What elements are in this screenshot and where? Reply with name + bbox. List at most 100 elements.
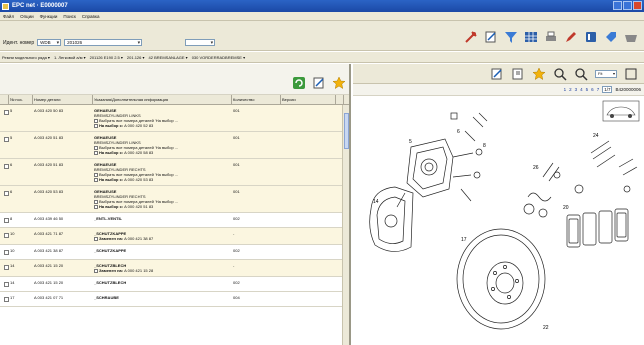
part-name: _SCHUTZKAPPE [94, 248, 127, 253]
maximize-button[interactable] [623, 1, 632, 10]
page-link[interactable]: 2 [569, 87, 572, 92]
page-link[interactable]: 5 [586, 87, 589, 92]
alternative-checkbox[interactable] [94, 204, 98, 209]
breadcrumb-item[interactable]: Ремни модельного ряда ▾ [2, 55, 50, 60]
menu-search[interactable]: Поиск [63, 14, 75, 19]
code-select[interactable]: 201026 [64, 39, 143, 46]
extra-select[interactable] [185, 39, 216, 46]
basket-icon[interactable] [624, 30, 638, 44]
alternative-checkbox[interactable] [94, 268, 98, 273]
col-part-number[interactable]: Номер детали [33, 95, 93, 104]
part-number-cell[interactable]: A 003 421 38 87 [33, 245, 93, 259]
part-number-cell[interactable]: A 003 421 07 71 [33, 292, 93, 306]
info-cell: GEHAEUSE BREMSZYLINDER LINKS Выбрать все н… [93, 132, 232, 158]
drawing-code: B420000006 [615, 87, 641, 92]
zoom-in-icon[interactable] [553, 67, 567, 81]
select-all-checkbox[interactable] [94, 145, 98, 150]
part-number-cell[interactable]: A 003 420 50 83 [33, 105, 93, 131]
parts-drawing[interactable]: 5 6 8 14 17 20 22 24 26 [353, 97, 644, 345]
table-row[interactable]: 6 A 003 420 53 83 GEHAEUSE BREMSZYLINDER RE… [0, 186, 349, 213]
select-all-checkbox[interactable] [94, 118, 98, 123]
pins-springs-drawing [523, 140, 638, 218]
menu-options[interactable]: Опции [20, 14, 34, 19]
select-all-checkbox[interactable] [94, 199, 98, 204]
zoom-select[interactable]: Fit [595, 69, 617, 78]
car-thumbnail-icon [602, 100, 640, 122]
star-icon[interactable] [532, 66, 546, 81]
vertical-scrollbar[interactable] [342, 105, 349, 345]
bolts-drawing [450, 112, 488, 142]
part-name: _ENTL.VENTIL [94, 216, 123, 221]
alternative-option[interactable]: Заменен на: A 000 421 38 87 [94, 236, 231, 241]
menu-help[interactable]: Справка [82, 14, 100, 19]
close-button[interactable] [633, 1, 642, 10]
part-number-cell[interactable]: A 003 420 53 83 [33, 186, 93, 212]
col-versions[interactable]: Версии [281, 95, 336, 104]
book-icon[interactable] [584, 30, 598, 44]
star-icon[interactable] [332, 76, 346, 90]
tools-icon[interactable] [464, 30, 478, 44]
alternative-checkbox[interactable] [94, 236, 98, 241]
alternative-option[interactable]: На выбор с: A 000 420 51 83 [94, 204, 231, 209]
zoom-out-icon[interactable] [574, 67, 588, 81]
alternative-checkbox[interactable] [94, 123, 98, 128]
table-row[interactable]: 5 A 003 420 50 83 GEHAEUSE BREMSZYLINDER LI… [0, 105, 349, 132]
breadcrumb-item[interactable]: 42 BREMSANLAGE ▾ [149, 55, 188, 60]
document-edit-icon[interactable] [511, 67, 525, 81]
print-icon[interactable] [544, 30, 558, 44]
col-position[interactable]: № поз. [9, 95, 33, 104]
page-link[interactable]: 4 [580, 87, 583, 92]
col-quantity[interactable]: Количество [232, 95, 281, 104]
menu-file[interactable]: Файл [3, 14, 14, 19]
alternative-checkbox[interactable] [94, 177, 98, 182]
part-number-cell[interactable]: A 003 421 15 20 [33, 260, 93, 276]
alternative-option[interactable]: На выбор с: A 000 420 52 83 [94, 123, 231, 128]
refresh-icon[interactable] [292, 76, 306, 90]
table-row[interactable]: 6 A 003 420 51 83 GEHAEUSE BREMSZYLINDER RE… [0, 159, 349, 186]
table-row[interactable]: 10 A 003 421 38 87 _SCHUTZKAPPE 002 [0, 245, 349, 260]
select-all-checkbox[interactable] [94, 172, 98, 177]
model-select[interactable]: WDB [37, 39, 62, 46]
col-check[interactable] [0, 95, 9, 104]
note-icon[interactable] [490, 67, 504, 81]
grid-icon[interactable] [524, 30, 538, 44]
breadcrumb-item[interactable]: 030 VORDERRADBREMSE ▾ [192, 55, 245, 60]
part-number-cell[interactable]: A 003 439 46 50 [33, 213, 93, 227]
table-row[interactable]: 14 A 003 421 15 20 _SCHUTZBLECH 002 [0, 277, 349, 292]
scrollbar-thumb[interactable] [344, 113, 349, 149]
table-row[interactable]: 17 A 003 421 07 71 _SCHRAUBE 004 [0, 292, 349, 307]
menu-functions[interactable]: Функции [40, 14, 58, 19]
breadcrumb-item[interactable]: 201.126 ▾ [127, 55, 145, 60]
menu-bar: Файл Опции Функции Поиск Справка [0, 12, 644, 21]
tag-icon[interactable] [604, 30, 618, 44]
breadcrumb-item[interactable]: 1. Легковой а/м ▾ [54, 55, 86, 60]
edit-note-icon[interactable] [312, 76, 326, 90]
title-bar: EPC net · E0000007 [0, 0, 644, 12]
alternative-option[interactable]: На выбор с: A 000 420 53 83 [94, 177, 231, 182]
breadcrumb-item[interactable]: 201126 E190 2.5 ▾ [90, 55, 123, 60]
alternative-option[interactable]: На выбор с: A 000 420 58 83 [94, 150, 231, 155]
page-link[interactable]: 7 [597, 87, 600, 92]
versions-cell [281, 277, 336, 291]
quantity-cell: 002 [233, 216, 240, 221]
table-row[interactable]: 10 A 003 421 71 87 _SCHUTZKAPPE Заменен на:… [0, 228, 349, 245]
minimize-button[interactable] [613, 1, 622, 10]
alternative-checkbox[interactable] [94, 150, 98, 155]
table-row[interactable]: 5 A 003 420 51 83 GEHAEUSE BREMSZYLINDER LI… [0, 132, 349, 159]
part-number-cell[interactable]: A 003 421 15 20 [33, 277, 93, 291]
part-number-cell[interactable]: A 003 420 51 83 [33, 132, 93, 158]
part-number-cell[interactable]: A 003 420 51 83 [33, 159, 93, 185]
page-link[interactable]: 3 [575, 87, 578, 92]
svg-text:5: 5 [409, 139, 412, 145]
page-link[interactable]: 6 [591, 87, 594, 92]
table-row[interactable]: 8 A 003 439 46 50 _ENTL.VENTIL 002 [0, 213, 349, 228]
fit-page-icon[interactable] [624, 67, 638, 81]
part-number-cell[interactable]: A 003 421 71 87 [33, 228, 93, 244]
table-row[interactable]: 14 A 003 421 15 20 _SCHUTZBLECH Заменен на:… [0, 260, 349, 277]
filter-icon[interactable] [504, 30, 518, 44]
pencil-icon[interactable] [564, 30, 578, 44]
alternative-option[interactable]: Заменен на: A 000 421 15 28 [94, 268, 231, 273]
edit-icon[interactable] [484, 30, 498, 44]
col-info[interactable]: Указания/Дополнительная информация [93, 95, 232, 104]
page-link[interactable]: 1 [564, 87, 567, 92]
